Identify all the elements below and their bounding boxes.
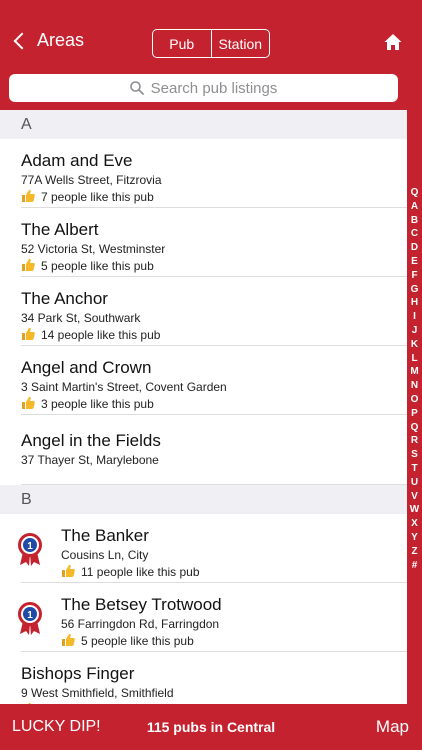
index-letter-o[interactable]: O: [411, 393, 419, 407]
pub-likes-label: 5 people like this pub: [41, 259, 154, 273]
search-placeholder: Search pub listings: [150, 79, 278, 97]
pub-address: 56 Farringdon Rd, Farringdon: [61, 617, 220, 631]
thumbs-up-icon: [21, 258, 35, 274]
segment-pub[interactable]: Pub: [153, 30, 211, 57]
pub-likes: 14 people like this pub: [21, 327, 407, 343]
thumbs-up-icon: [61, 564, 75, 580]
pub-count: 115 pubs in Central: [146, 719, 276, 735]
pub-list-item[interactable]: Bishops Finger 9 West Smithfield, Smithfi…: [21, 652, 407, 704]
pub-likes: 5 people like this pub: [21, 258, 407, 274]
index-letter-e[interactable]: E: [411, 255, 418, 269]
index-letter-b[interactable]: B: [411, 214, 418, 228]
pub-address: 9 West Smithfield, Smithfield: [21, 686, 174, 700]
pub-address: 37 Thayer St, Marylebone: [21, 453, 159, 467]
pub-name: The Anchor: [21, 289, 108, 308]
segment-station[interactable]: Station: [210, 30, 270, 57]
index-letter-q[interactable]: Q: [411, 421, 419, 435]
index-letter-x[interactable]: X: [411, 517, 418, 531]
pub-likes: 5 people like this pub: [61, 633, 407, 649]
index-letter-t[interactable]: T: [411, 462, 417, 476]
index-letter-h[interactable]: H: [411, 296, 418, 310]
pub-name: The Banker: [61, 526, 149, 545]
index-letter-z[interactable]: Z: [411, 545, 417, 559]
pub-name: Angel and Crown: [21, 358, 152, 377]
pub-address: Cousins Ln, City: [61, 548, 149, 562]
pub-likes-label: 7 people like this pub: [41, 190, 154, 204]
pub-name: Adam and Eve: [21, 151, 133, 170]
pub-name: The Betsey Trotwood: [61, 595, 222, 614]
pub-likes-label: 3 people like this pub: [41, 397, 154, 411]
back-button[interactable]: Areas: [12, 30, 84, 51]
map-button[interactable]: Map: [376, 717, 409, 737]
section-index[interactable]: Q A B C D E F G H I J K L M N O P Q R S T U V W X Y Z #: [407, 66, 422, 704]
home-icon[interactable]: [384, 33, 402, 51]
segmented-control: Pub Station: [152, 29, 270, 58]
index-letter-l[interactable]: L: [411, 352, 417, 366]
pub-list-item[interactable]: 1 The Banker Cousins Ln, City 11 people lik…: [18, 514, 407, 583]
index-letter-a[interactable]: A: [411, 200, 418, 214]
pub-list-item[interactable]: The Anchor 34 Park St, Southwark 14 people…: [21, 277, 407, 346]
index-letter-i[interactable]: I: [413, 310, 416, 324]
pub-likes: 7 people like this pub: [21, 189, 407, 205]
index-letter-g[interactable]: G: [411, 283, 419, 297]
pub-list-item[interactable]: The Albert 52 Victoria St, Westminster 5 p…: [21, 208, 407, 277]
pub-likes: 3 people like this pub: [21, 396, 407, 412]
pub-likes-label: 11 people like this pub: [81, 565, 200, 579]
thumbs-up-icon: [61, 633, 75, 649]
thumbs-up-icon: [21, 396, 35, 412]
pub-address: 77A Wells Street, Fitzrovia: [21, 173, 162, 187]
index-letter-y[interactable]: Y: [411, 531, 418, 545]
thumbs-up-icon: [21, 189, 35, 205]
index-letter-n[interactable]: N: [411, 379, 418, 393]
thumbs-up-icon: [21, 327, 35, 343]
index-letter-v[interactable]: V: [411, 490, 418, 504]
search-input[interactable]: Search pub listings: [9, 74, 398, 102]
pub-list: A Adam and Eve 77A Wells Street, Fitzrovia…: [0, 110, 407, 704]
bottom-bar: LUCKY DIP! 115 pubs in Central Map: [0, 704, 422, 750]
pub-name: Bishops Finger: [21, 664, 135, 683]
pub-list-item[interactable]: Angel in the Fields 37 Thayer St, Maryleb…: [21, 415, 407, 485]
pub-list-item[interactable]: Adam and Eve 77A Wells Street, Fitzrovia 7…: [21, 139, 407, 208]
pub-likes-label: 14 people like this pub: [41, 328, 161, 342]
pub-list-item[interactable]: 1 The Betsey Trotwood 56 Farringdon Rd, Fa…: [18, 583, 407, 652]
index-letter-d[interactable]: D: [411, 241, 418, 255]
award-ribbon-icon: 1: [17, 532, 43, 566]
index-letter-u[interactable]: U: [411, 476, 418, 490]
section-header-b: B: [0, 485, 407, 514]
nav-bar: Areas Pub Station: [0, 0, 422, 66]
pub-likes: 11 people like this pub: [61, 564, 407, 580]
index-letter-#[interactable]: #: [412, 559, 418, 573]
index-letter-c[interactable]: C: [411, 227, 418, 241]
search-icon: [129, 81, 144, 95]
pub-address: 34 Park St, Southwark: [21, 311, 141, 325]
index-letter-s[interactable]: S: [411, 448, 418, 462]
pub-likes-label: 5 people like this pub: [81, 634, 194, 648]
award-ribbon-icon: 1: [17, 601, 43, 635]
pub-address: 3 Saint Martin's Street, Covent Garden: [21, 380, 227, 394]
chevron-left-icon: [13, 32, 31, 49]
pub-name: Angel in the Fields: [21, 431, 161, 450]
svg-text:1: 1: [27, 610, 33, 621]
section-header-a: A: [0, 110, 407, 139]
pub-address: 52 Victoria St, Westminster: [21, 242, 166, 256]
index-letter-w[interactable]: W: [410, 503, 419, 517]
back-label: Areas: [37, 30, 85, 50]
index-letter-m[interactable]: M: [410, 365, 418, 379]
pub-name: The Albert: [21, 220, 99, 239]
svg-text:1: 1: [27, 541, 33, 552]
index-letter-r[interactable]: R: [411, 434, 418, 448]
index-letter-j[interactable]: J: [412, 324, 418, 338]
index-letter-f[interactable]: F: [411, 269, 417, 283]
index-letter-k[interactable]: K: [411, 338, 418, 352]
pub-list-item[interactable]: Angel and Crown 3 Saint Martin's Street, …: [21, 346, 407, 415]
index-letter-p[interactable]: P: [411, 407, 418, 421]
index-search-icon[interactable]: Q: [411, 186, 419, 200]
